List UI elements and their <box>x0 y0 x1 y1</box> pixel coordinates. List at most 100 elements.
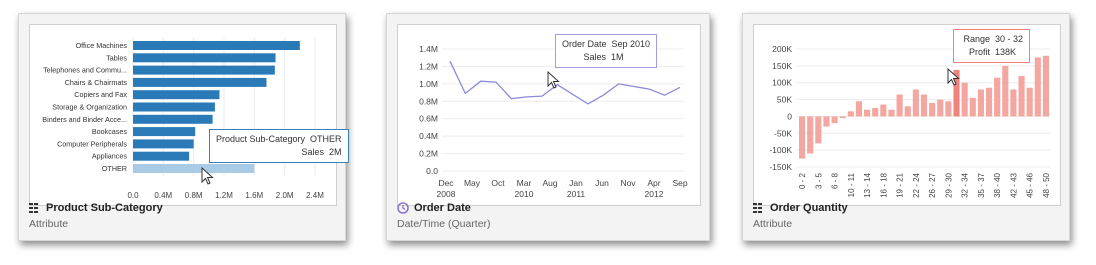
x-tick-label: 1.2M <box>215 191 233 200</box>
category-label: Storage & Organization <box>52 103 127 112</box>
category-label: Binders and Binder Acce... <box>42 115 127 124</box>
histogram-bar <box>920 94 928 117</box>
caption-label: Order Quantity <box>770 202 848 214</box>
histogram-bar <box>1002 65 1009 117</box>
x-tick-year-label: 2010 <box>515 189 534 199</box>
y-tick-label: -50K <box>774 128 792 138</box>
histogram-bar <box>937 99 944 117</box>
histogram-bar <box>896 94 903 117</box>
y-tick-label: 200K <box>772 44 792 54</box>
x-tick-label: May <box>464 178 481 188</box>
y-tick-label: 0.0 <box>426 166 438 176</box>
histogram-bar <box>839 116 846 119</box>
x-tick-label: Aug <box>542 178 557 188</box>
type-label: Attribute <box>29 218 69 230</box>
histogram-bar <box>969 97 976 117</box>
attribute-card-order-quantity[interactable]: -150K -100K -50K 0 50K 100K 150K 200K 0 - 2 3 - 5… <box>742 13 1070 241</box>
category-label: Bookcases <box>92 127 128 136</box>
category-label: Computer Peripherals <box>57 139 127 148</box>
histogram-bar <box>807 116 814 154</box>
histogram-bar <box>912 89 919 117</box>
category-label: Office Machines <box>76 41 128 50</box>
x-tick-label: Oct <box>491 178 505 188</box>
x-tick-label: 16 - 18 <box>879 172 888 197</box>
histogram-bar <box>961 82 968 117</box>
bar <box>133 77 267 87</box>
chart-tooltip: Product Sub-Category OTHER Sales 2M <box>209 129 349 163</box>
y-tick-label: -100K <box>769 145 792 155</box>
histogram-bar <box>994 77 1001 117</box>
card-caption: Product Sub-Category <box>29 202 163 214</box>
x-tick-year-label: 2012 <box>645 189 664 199</box>
x-tick-label: 19 - 21 <box>896 172 905 197</box>
histogram-bar <box>904 106 911 117</box>
histogram-bar <box>847 111 854 117</box>
histogram-bar <box>1034 57 1041 117</box>
mouse-cursor-icon <box>547 71 560 89</box>
mouse-cursor-icon <box>947 68 960 86</box>
histogram-bar <box>1010 89 1017 117</box>
x-tick-label: 29 - 30 <box>944 172 953 197</box>
histogram-bar <box>888 109 895 117</box>
bar-chart-panel: 0.0 0.4M 0.8M 1.2M 1.6M 2.0M 2.4M Office Machin… <box>29 24 337 206</box>
card-caption: Order Quantity <box>753 202 848 214</box>
histogram-bar <box>1026 87 1033 117</box>
x-tick-label: 6 - 8 <box>831 172 840 189</box>
histogram-bar <box>1042 55 1049 117</box>
horizontal-bar-chart: 0.0 0.4M 0.8M 1.2M 1.6M 2.0M 2.4M Office Machin… <box>42 37 324 200</box>
bar <box>133 127 196 137</box>
x-tick-label: Jun <box>595 178 609 188</box>
histogram-bar <box>799 116 806 159</box>
histogram-bar <box>929 102 936 117</box>
bar <box>133 114 213 124</box>
x-tick-year-label: 2011 <box>567 189 586 199</box>
category-label: Tables <box>106 53 127 62</box>
bar <box>133 65 275 75</box>
card-caption: Order Date <box>397 202 471 214</box>
y-tick-label: 0.6M <box>419 114 438 124</box>
histogram-bar <box>831 116 838 124</box>
bar <box>133 164 255 173</box>
chart-tooltip: Range 30 - 32 Profit 138K <box>953 29 1031 63</box>
bar <box>133 53 276 63</box>
mouse-cursor-icon <box>201 167 214 185</box>
attribute-card-product-sub-category[interactable]: 0.0 0.4M 0.8M 1.2M 1.6M 2.0M 2.4M Office Machin… <box>18 13 349 241</box>
x-tick-label: 0.0 <box>127 191 139 200</box>
histogram-bar <box>823 116 830 127</box>
x-tick-year-label: 2008 <box>437 189 456 199</box>
x-tick-label: 35 - 37 <box>977 172 986 197</box>
x-tick-label: 0.8M <box>185 191 203 200</box>
y-tick-label: 100K <box>772 78 792 88</box>
y-tick-label: 0.4M <box>419 131 438 141</box>
x-tick-label: 2.4M <box>306 191 324 200</box>
category-label: OTHER <box>102 164 127 173</box>
x-tick-label: 13 - 14 <box>863 172 872 197</box>
attribute-card-order-date[interactable]: 0.0 0.2M 0.4M 0.6M 0.8M 1.0M 1.2M 1.4M Dec 2008 Ma… <box>386 13 710 241</box>
y-tick-label: 1.0M <box>419 79 438 89</box>
y-tick-label: 0.2M <box>419 149 438 159</box>
histogram-bar <box>985 87 993 117</box>
x-tick-label: Jan <box>569 178 583 188</box>
x-tick-label: 22 - 24 <box>912 172 921 197</box>
x-tick-label: 0 - 2 <box>798 172 807 189</box>
category-label: Telephones and Commu... <box>43 66 127 75</box>
attribute-grid-icon <box>753 202 765 214</box>
y-tick-label: -150K <box>769 162 792 172</box>
histogram-bar <box>977 89 984 117</box>
y-tick-label: 0.8M <box>419 96 438 106</box>
x-tick-label: Nov <box>620 178 636 188</box>
category-label: Chairs & Chairmats <box>65 78 128 87</box>
histogram-bar <box>872 108 879 117</box>
category-label: Copiers and Fax <box>74 90 127 99</box>
x-tick-label: 2.0M <box>276 191 294 200</box>
histogram-bar <box>945 101 952 117</box>
histogram-bar <box>1018 75 1025 117</box>
histogram-bar <box>855 101 863 117</box>
x-tick-label: 3 - 5 <box>814 172 823 189</box>
category-label: Appliances <box>92 152 128 161</box>
bar <box>133 90 220 100</box>
x-tick-label: 1.6M <box>245 191 263 200</box>
histogram-bar <box>815 116 822 144</box>
x-tick-label: 42 - 43 <box>1009 172 1018 197</box>
type-label: Attribute <box>753 218 793 230</box>
